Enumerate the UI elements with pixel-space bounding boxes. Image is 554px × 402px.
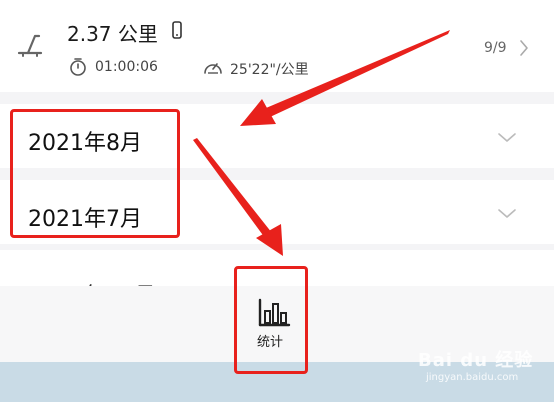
annotation-arrows [193,30,450,256]
annotation-arrow-shaft [193,138,272,238]
annotation-arrow-shaft [266,30,450,117]
